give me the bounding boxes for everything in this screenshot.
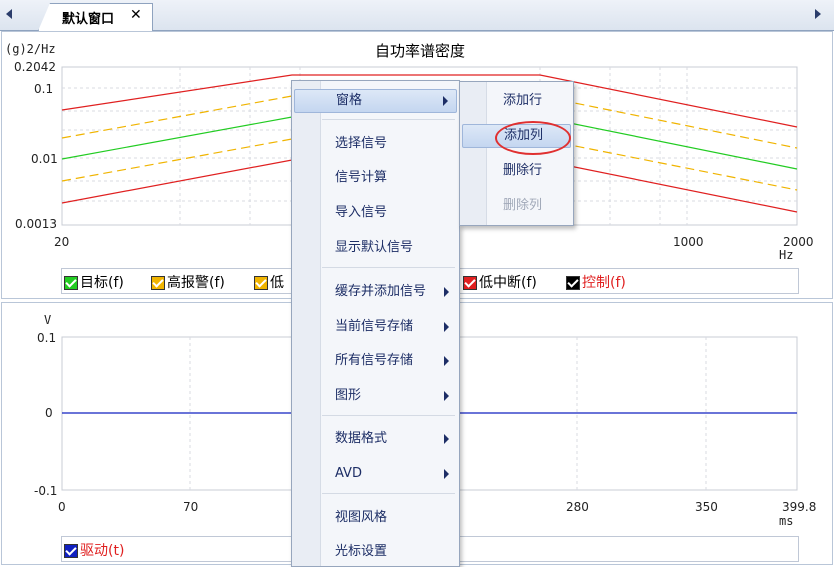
time-x-tick: 399.8 xyxy=(782,500,817,514)
submenu-item-add-row[interactable]: 添加行 xyxy=(460,90,571,112)
time-y-tick: 0.1 xyxy=(37,331,57,345)
menu-item-signal-calc[interactable]: 信号计算 xyxy=(292,167,457,189)
legend-item-low-abort[interactable]: 低中断(f) xyxy=(463,272,537,292)
psd-x-tick: 1000 xyxy=(673,235,704,249)
psd-y-tick: 0.2042 xyxy=(14,60,56,74)
submenu-arrow-icon xyxy=(444,391,449,401)
submenu-arrow-icon xyxy=(444,434,449,444)
psd-y-tick: 0.1 xyxy=(34,82,54,96)
time-x-unit: ms xyxy=(779,514,794,528)
time-x-tick: 280 xyxy=(566,500,589,514)
menu-item-data-format[interactable]: 数据格式 xyxy=(292,428,457,450)
psd-x-unit: Hz xyxy=(779,248,794,262)
submenu-arrow-icon xyxy=(444,322,449,332)
time-x-tick: 0 xyxy=(58,500,66,514)
menu-item-graphics[interactable]: 图形 xyxy=(292,385,457,407)
legend-item-drive[interactable]: 驱动(t) xyxy=(64,540,124,560)
psd-x-tick: 2000 xyxy=(783,235,814,249)
time-y-tick: -0.1 xyxy=(34,484,58,498)
menu-item-import-signal[interactable]: 导入信号 xyxy=(292,202,457,224)
menu-item-pane[interactable]: 窗格 xyxy=(294,89,457,113)
legend-item-high-alarm[interactable]: 高报警(f) xyxy=(151,272,225,292)
legend-item-low-alarm[interactable]: 低 xyxy=(254,272,284,292)
menu-item-avd[interactable]: AVD xyxy=(292,463,457,485)
menu-item-cursor-settings[interactable]: 光标设置 xyxy=(292,541,457,563)
checkbox-icon[interactable] xyxy=(64,276,78,290)
menu-separator xyxy=(322,267,455,268)
legend-item-control[interactable]: 控制(f) xyxy=(566,272,626,292)
time-x-tick: 70 xyxy=(183,500,199,514)
checkbox-icon[interactable] xyxy=(254,276,268,290)
menu-item-cache-add-signal[interactable]: 缓存并添加信号 xyxy=(292,281,457,303)
psd-y-tick: 0.0013 xyxy=(15,217,57,231)
submenu-item-delete-row[interactable]: 删除行 xyxy=(460,160,571,182)
menu-item-show-default-signal[interactable]: 显示默认信号 xyxy=(292,237,457,259)
time-x-tick: 350 xyxy=(695,500,718,514)
menu-item-save-current-signal[interactable]: 当前信号存储 xyxy=(292,316,457,338)
legend-item-target[interactable]: 目标(f) xyxy=(64,272,124,292)
checkbox-icon[interactable] xyxy=(151,276,165,290)
menu-separator xyxy=(322,493,455,494)
menu-item-select-signal[interactable]: 选择信号 xyxy=(292,133,457,155)
psd-x-tick: 20 xyxy=(54,235,70,249)
submenu-item-delete-column: 删除列 xyxy=(503,198,543,213)
checkbox-icon[interactable] xyxy=(64,544,78,558)
checkbox-icon[interactable] xyxy=(463,276,477,290)
menu-separator xyxy=(322,415,455,416)
menu-item-save-all-signals[interactable]: 所有信号存储 xyxy=(292,350,457,372)
context-menu: 窗格 选择信号 信号计算 导入信号 显示默认信号 缓存并添加信号 当前信号存储 … xyxy=(291,80,460,567)
menu-separator xyxy=(322,119,455,120)
submenu-arrow-icon xyxy=(443,96,448,106)
menu-item-view-style[interactable]: 视图风格 xyxy=(292,507,457,529)
checkbox-icon[interactable] xyxy=(566,276,580,290)
psd-y-tick: 0.01 xyxy=(31,152,58,166)
submenu-arrow-icon xyxy=(444,287,449,297)
time-y-tick: 0 xyxy=(45,406,53,420)
submenu-arrow-icon xyxy=(444,356,449,366)
focus-circle-annotation xyxy=(495,121,571,155)
submenu-arrow-icon xyxy=(444,469,449,479)
submenu-pane: 添加行 添加列 删除行 删除列 xyxy=(459,81,574,226)
